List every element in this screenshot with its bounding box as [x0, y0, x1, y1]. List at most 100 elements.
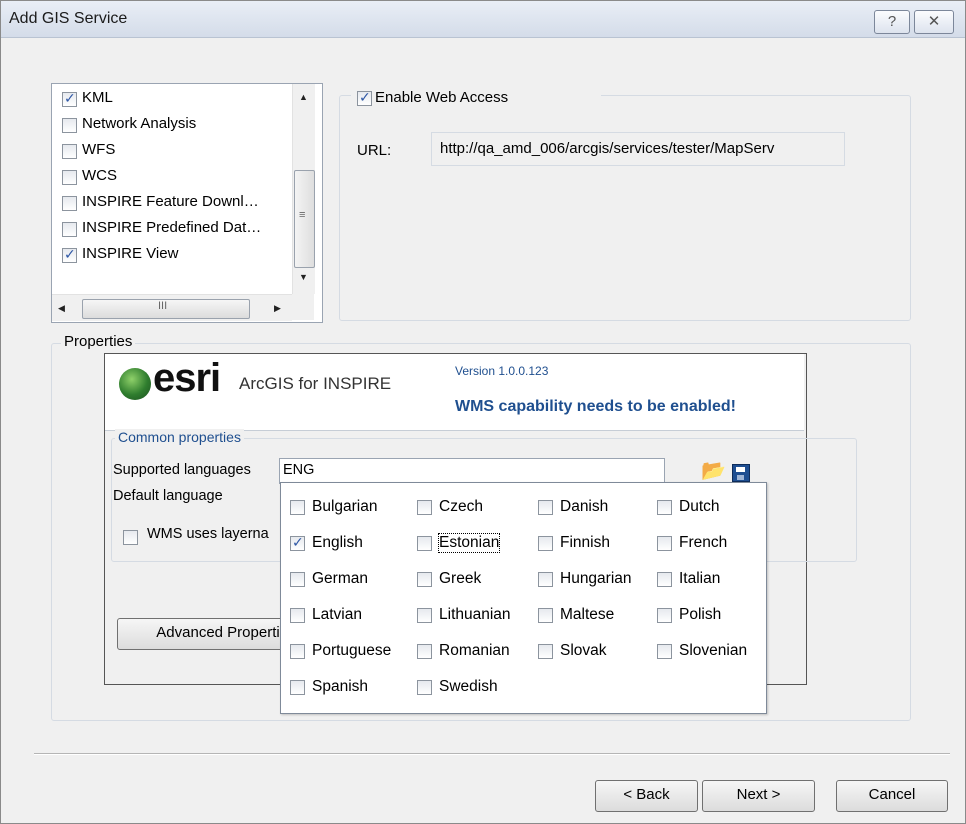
capability-label: Network Analysis — [82, 115, 197, 132]
language-option[interactable]: German — [290, 567, 400, 593]
window-title: Add GIS Service — [9, 10, 128, 27]
language-checkbox[interactable] — [657, 500, 672, 515]
title-bar: Add GIS Service ? ✕ — [1, 1, 965, 38]
back-button[interactable]: < Back — [595, 780, 698, 812]
language-checkbox[interactable] — [417, 680, 432, 695]
language-checkbox[interactable] — [538, 608, 553, 623]
version-label: Version 1.0.0.123 — [455, 364, 549, 378]
capability-checkbox[interactable] — [62, 90, 77, 107]
language-option[interactable]: Greek — [417, 567, 527, 593]
language-checkbox[interactable] — [290, 644, 305, 659]
language-checkbox[interactable] — [290, 534, 305, 551]
capabilities-horizontal-scrollbar[interactable]: ◀ III ▶ — [52, 294, 292, 321]
capability-item[interactable]: INSPIRE View — [62, 244, 282, 266]
web-access-group — [339, 95, 911, 321]
language-label: Finnish — [560, 534, 610, 551]
language-option[interactable]: Slovak — [538, 639, 648, 665]
language-checkbox[interactable] — [417, 644, 432, 659]
capability-checkbox[interactable] — [62, 246, 77, 263]
language-checkbox[interactable] — [538, 536, 553, 551]
enable-web-access-checkbox[interactable] — [357, 89, 372, 106]
capability-label: INSPIRE Predefined Dat… — [82, 219, 262, 236]
language-checkbox[interactable] — [657, 572, 672, 587]
help-button[interactable]: ? — [874, 10, 910, 34]
capability-item[interactable]: INSPIRE Predefined Dat… — [62, 218, 282, 240]
capabilities-list[interactable]: KML Network Analysis WFS WCS INSPIRE Feature… — [51, 83, 323, 323]
thumb-grip-icon: ≡ — [299, 209, 306, 221]
language-label: Bulgarian — [312, 498, 378, 515]
language-label: French — [679, 534, 728, 551]
capability-checkbox[interactable] — [62, 222, 77, 237]
wms-uses-layernames-checkbox[interactable] — [123, 530, 138, 545]
back-label: < Back — [623, 786, 670, 803]
thumb-grip-icon: III — [158, 300, 168, 312]
horizontal-scroll-thumb[interactable]: III — [82, 299, 250, 319]
enable-web-access-label: Enable Web Access — [375, 89, 509, 106]
open-folder-icon[interactable]: 📂 — [701, 458, 726, 483]
wms-warning: WMS capability needs to be enabled! — [455, 398, 736, 415]
language-checkbox[interactable] — [290, 680, 305, 695]
language-checkbox[interactable] — [417, 572, 432, 587]
language-option[interactable]: French — [657, 531, 767, 557]
next-button[interactable]: Next > — [702, 780, 815, 812]
capability-item[interactable]: WCS — [62, 166, 282, 188]
footer-divider-highlight — [34, 754, 950, 755]
url-field[interactable]: http://qa_amd_006/arcgis/services/tester… — [431, 132, 845, 166]
vertical-scroll-thumb[interactable]: ≡ — [294, 170, 315, 268]
language-checkbox[interactable] — [417, 500, 432, 515]
language-checkbox[interactable] — [290, 608, 305, 623]
capability-item[interactable]: KML — [62, 88, 282, 110]
capability-checkbox[interactable] — [62, 196, 77, 211]
language-option[interactable]: Hungarian — [538, 567, 648, 593]
language-checkbox[interactable] — [538, 500, 553, 515]
language-option[interactable]: Italian — [657, 567, 767, 593]
close-button[interactable]: ✕ — [914, 10, 954, 34]
save-icon[interactable] — [732, 464, 750, 482]
capability-item[interactable]: Network Analysis — [62, 114, 282, 136]
language-option[interactable]: Maltese — [538, 603, 648, 629]
capability-checkbox[interactable] — [62, 144, 77, 159]
language-option[interactable]: Danish — [538, 495, 648, 521]
scroll-corner — [292, 294, 314, 320]
language-option[interactable]: Romanian — [417, 639, 527, 665]
scroll-left-icon[interactable]: ◀ — [58, 303, 65, 314]
capability-item[interactable]: INSPIRE Feature Downl… — [62, 192, 282, 214]
capability-checkbox[interactable] — [62, 118, 77, 133]
capability-checkbox[interactable] — [62, 170, 77, 185]
language-option[interactable]: Spanish — [290, 675, 400, 701]
language-label: Hungarian — [560, 570, 632, 587]
language-option[interactable]: Portuguese — [290, 639, 400, 665]
scroll-right-icon[interactable]: ▶ — [274, 303, 281, 314]
language-option[interactable]: Swedish — [417, 675, 527, 701]
language-option[interactable]: Slovenian — [657, 639, 767, 665]
esri-header: esri ArcGIS for INSPIRE Version 1.0.0.12… — [105, 354, 804, 431]
language-option[interactable]: Polish — [657, 603, 767, 629]
language-option[interactable]: Latvian — [290, 603, 400, 629]
language-option[interactable]: Czech — [417, 495, 527, 521]
language-checkbox[interactable] — [657, 536, 672, 551]
close-icon: ✕ — [927, 13, 941, 30]
language-option[interactable]: Dutch — [657, 495, 767, 521]
language-checkbox[interactable] — [290, 572, 305, 587]
language-option[interactable]: English — [290, 531, 400, 557]
language-option[interactable]: Lithuanian — [417, 603, 527, 629]
language-checkbox[interactable] — [538, 572, 553, 587]
language-option[interactable]: Finnish — [538, 531, 648, 557]
supported-languages-input[interactable]: ENG — [279, 458, 665, 484]
language-checkbox[interactable] — [657, 608, 672, 623]
capability-label: INSPIRE Feature Downl… — [82, 193, 259, 210]
cancel-button[interactable]: Cancel — [836, 780, 948, 812]
language-label: Romanian — [439, 642, 510, 659]
scroll-up-icon[interactable]: ▲ — [299, 92, 308, 102]
language-option[interactable]: Bulgarian — [290, 495, 400, 521]
language-option[interactable]: Estonian — [417, 531, 527, 557]
scroll-down-icon[interactable]: ▼ — [299, 272, 308, 282]
capability-item[interactable]: WFS — [62, 140, 282, 162]
language-checkbox[interactable] — [417, 536, 432, 551]
language-checkbox[interactable] — [657, 644, 672, 659]
languages-dropdown[interactable]: Bulgarian Czech Danish Dutch English Estonian… — [280, 482, 767, 714]
language-checkbox[interactable] — [290, 500, 305, 515]
language-checkbox[interactable] — [417, 608, 432, 623]
language-checkbox[interactable] — [538, 644, 553, 659]
capabilities-vertical-scrollbar[interactable]: ▲ ≡ ▼ — [292, 84, 315, 294]
